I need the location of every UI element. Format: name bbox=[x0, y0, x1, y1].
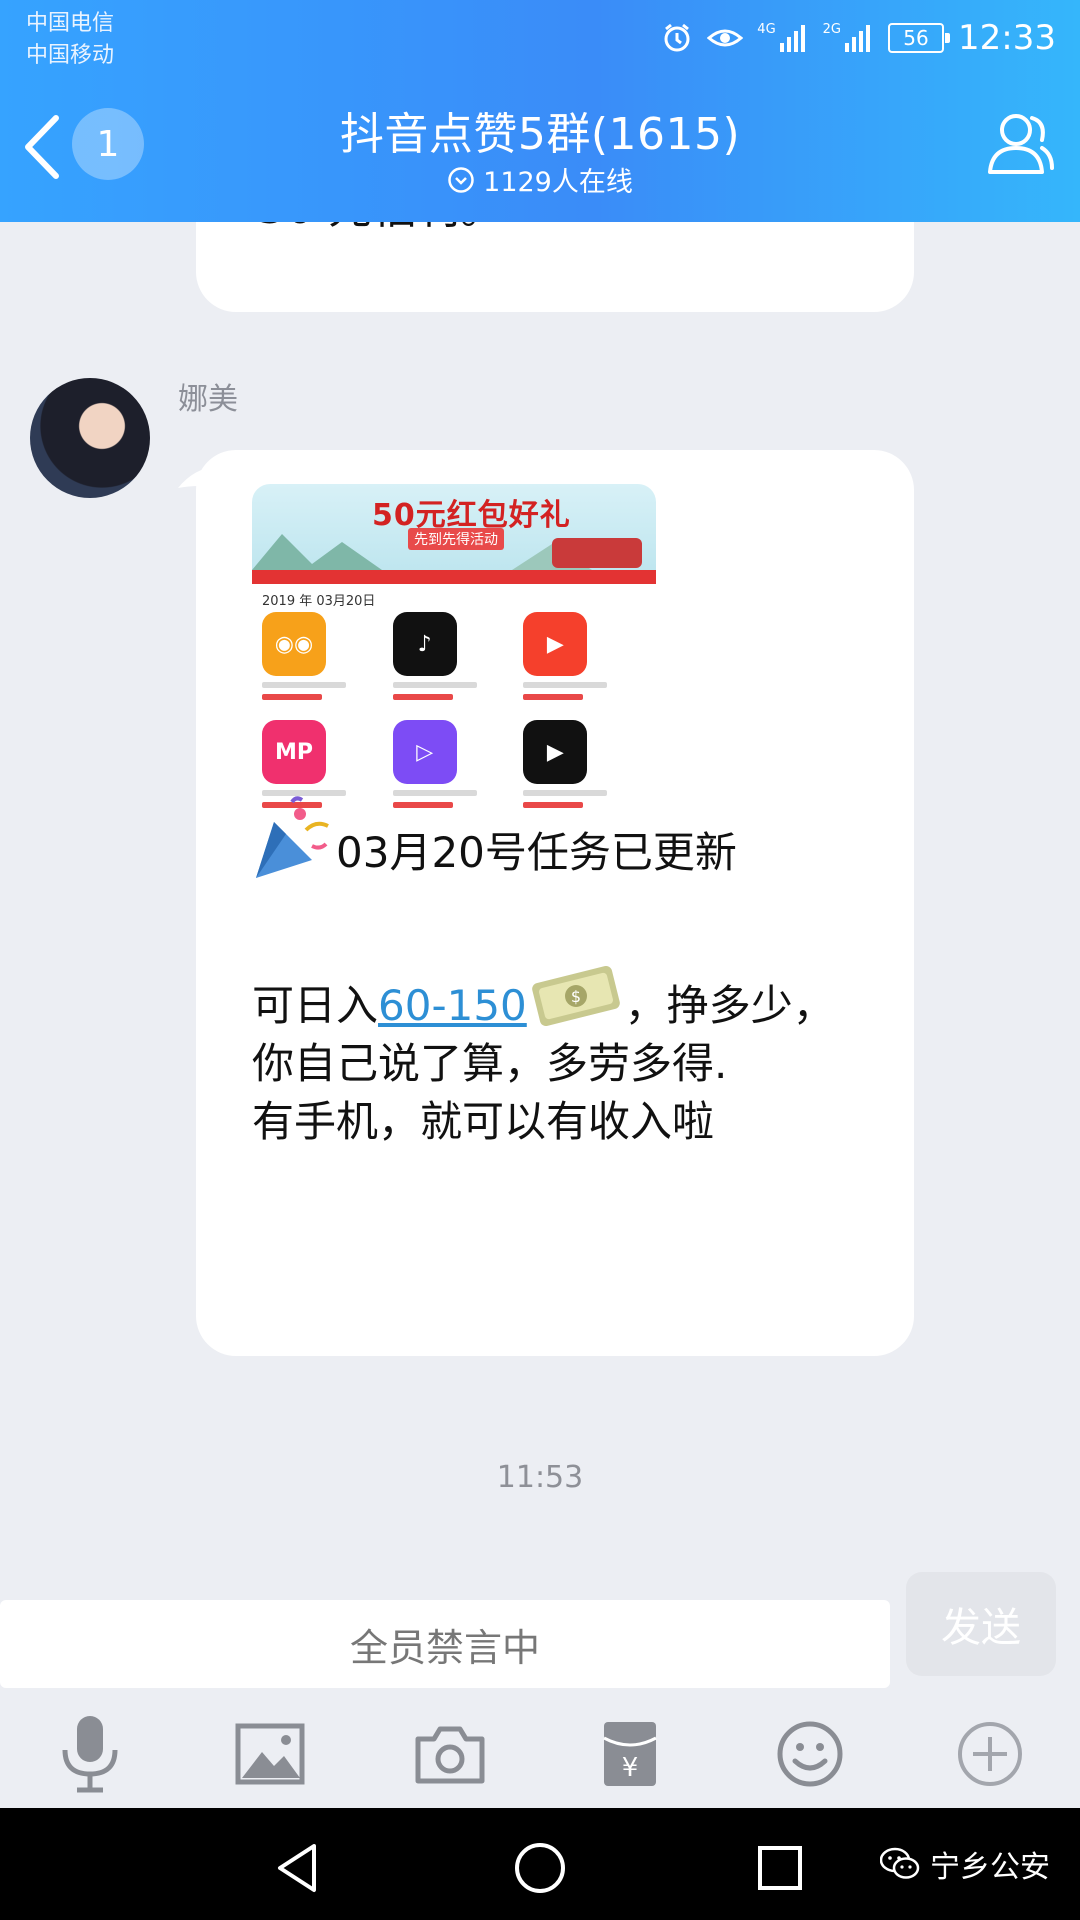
red-packet-icon: ¥ bbox=[603, 1722, 657, 1786]
message-timestamp: 11:53 bbox=[496, 1460, 584, 1495]
chat-header: 中国电信 中国移动 4G 2G 56 12:33 1 抖音点赞5群(1615) … bbox=[0, 0, 1080, 222]
battery-level: 56 bbox=[903, 26, 929, 50]
svg-text:¥: ¥ bbox=[622, 1753, 639, 1783]
app-action-tag bbox=[392, 694, 453, 700]
smiley-icon bbox=[777, 1721, 843, 1787]
red-play-icon: ▶ bbox=[523, 720, 588, 784]
microphone-icon bbox=[62, 1716, 118, 1793]
signal-bars-icon bbox=[845, 25, 871, 52]
system-nav-bar: 宁乡公安 bbox=[0, 1808, 1080, 1920]
money-icon: $ bbox=[531, 966, 620, 1026]
meipai-icon: MP bbox=[262, 720, 326, 784]
phone-income-text: 有手机，就可以有收入啦 bbox=[252, 1097, 715, 1146]
plus-circle-icon bbox=[958, 1722, 1022, 1786]
watermark-text: 宁乡公安 bbox=[930, 1850, 1050, 1885]
party-popper-icon bbox=[256, 796, 329, 878]
camera-button[interactable] bbox=[408, 1712, 492, 1796]
more-button[interactable] bbox=[948, 1712, 1032, 1796]
promo-image[interactable]: 50元红包好礼 先到先得活动 2019 年 03月20日 ◉◉ ♪ ▶ MP ▷ ▶ bbox=[252, 484, 656, 814]
back-icon[interactable] bbox=[18, 112, 66, 182]
wechat-icon bbox=[880, 1847, 920, 1879]
chevron-down-circle-icon bbox=[448, 166, 474, 193]
eye-comfort-icon bbox=[707, 29, 744, 47]
voice-button[interactable] bbox=[48, 1712, 132, 1796]
message-input[interactable]: 全员禁言中 bbox=[0, 1600, 890, 1688]
group-members-icon[interactable] bbox=[976, 104, 1056, 184]
battery-icon: 56 bbox=[888, 23, 951, 53]
net-type-1: 4G bbox=[757, 22, 776, 37]
nav-back-icon[interactable] bbox=[270, 1838, 330, 1898]
unread-count: 1 bbox=[96, 123, 120, 165]
camera-icon bbox=[415, 1726, 485, 1784]
previous-message-text: 50 元福利。 bbox=[258, 222, 504, 236]
message-bubble[interactable]: 50元红包好礼 先到先得活动 2019 年 03月20日 ◉◉ ♪ ▶ MP ▷ ▶ 03… bbox=[196, 450, 914, 1356]
app-stat-line bbox=[392, 682, 477, 688]
svg-text:$: $ bbox=[571, 987, 581, 1006]
alarm-icon bbox=[664, 23, 690, 52]
message-line-1: 03月20号任务已更新 bbox=[252, 794, 872, 882]
online-count: 1129人在线 bbox=[483, 167, 633, 198]
avatar[interactable] bbox=[30, 378, 150, 498]
promo-date: 2019 年 03月20日 bbox=[262, 594, 376, 609]
task-update-text: 03月20号任务已更新 bbox=[336, 828, 737, 877]
douyin-icon: ♪ bbox=[392, 612, 457, 676]
kuaishou-icon: ◉◉ bbox=[262, 612, 326, 676]
sender-name: 娜美 bbox=[178, 382, 238, 417]
input-toolbar: ¥ bbox=[0, 1700, 1080, 1808]
promo-app-cell: ◉◉ bbox=[258, 612, 389, 708]
chat-messages[interactable]: 50 元福利。 娜美 50元红包好礼 先到先得活动 2019 年 03月20日 … bbox=[0, 222, 1080, 1590]
app-grid: ◉◉ ♪ ▶ MP ▷ ▶ bbox=[258, 612, 650, 814]
emoji-button[interactable] bbox=[768, 1712, 852, 1796]
income-range-link[interactable]: 60-150 bbox=[378, 981, 527, 1030]
carrier-2: 中国移动 bbox=[26, 43, 115, 68]
nav-recents-icon[interactable] bbox=[750, 1838, 810, 1898]
app-action-tag bbox=[262, 694, 322, 700]
app-stat-line bbox=[523, 682, 608, 688]
online-status[interactable]: 1129人在线 bbox=[220, 160, 860, 199]
watermark: 宁乡公安 bbox=[880, 1842, 1050, 1886]
red-packet-button[interactable]: ¥ bbox=[588, 1712, 672, 1796]
group-title: 抖音点赞5群(1615) bbox=[339, 109, 741, 160]
app-action-tag bbox=[523, 694, 584, 700]
previous-message-bubble: 50 元福利。 bbox=[196, 222, 914, 312]
signal-4g: 4G bbox=[757, 23, 808, 53]
image-icon bbox=[235, 1723, 305, 1785]
image-button[interactable] bbox=[228, 1712, 312, 1796]
promo-banner: 50元红包好礼 先到先得活动 bbox=[252, 484, 656, 570]
message-body: 可日入60-150 $ ，挣多少，你自己说了算，多劳多得. 有手机，就可以有收入… bbox=[252, 966, 872, 1151]
status-time: 12:33 bbox=[958, 18, 1056, 58]
video-play-icon: ▷ bbox=[392, 720, 457, 784]
signal-2g: 2G bbox=[823, 23, 874, 53]
huoshan-icon: ▶ bbox=[523, 612, 588, 676]
income-prefix: 可日入 bbox=[252, 981, 379, 1030]
net-type-2: 2G bbox=[822, 22, 842, 37]
unread-badge[interactable]: 1 bbox=[72, 108, 144, 180]
status-icons: 4G 2G 56 12:33 bbox=[661, 14, 1056, 62]
app-stat-line bbox=[262, 682, 346, 688]
promo-subtitle: 先到先得活动 bbox=[408, 528, 504, 550]
nav-home-icon[interactable] bbox=[510, 1838, 570, 1898]
carrier-1: 中国电信 bbox=[26, 11, 115, 36]
promo-app-cell: ▶ bbox=[519, 612, 650, 708]
carrier-info: 中国电信 中国移动 bbox=[26, 8, 114, 72]
signal-bars-icon bbox=[779, 25, 805, 52]
promo-app-cell: ♪ bbox=[389, 612, 520, 708]
promo-nav-strip bbox=[252, 570, 656, 584]
send-button[interactable]: 发送 bbox=[906, 1572, 1056, 1676]
